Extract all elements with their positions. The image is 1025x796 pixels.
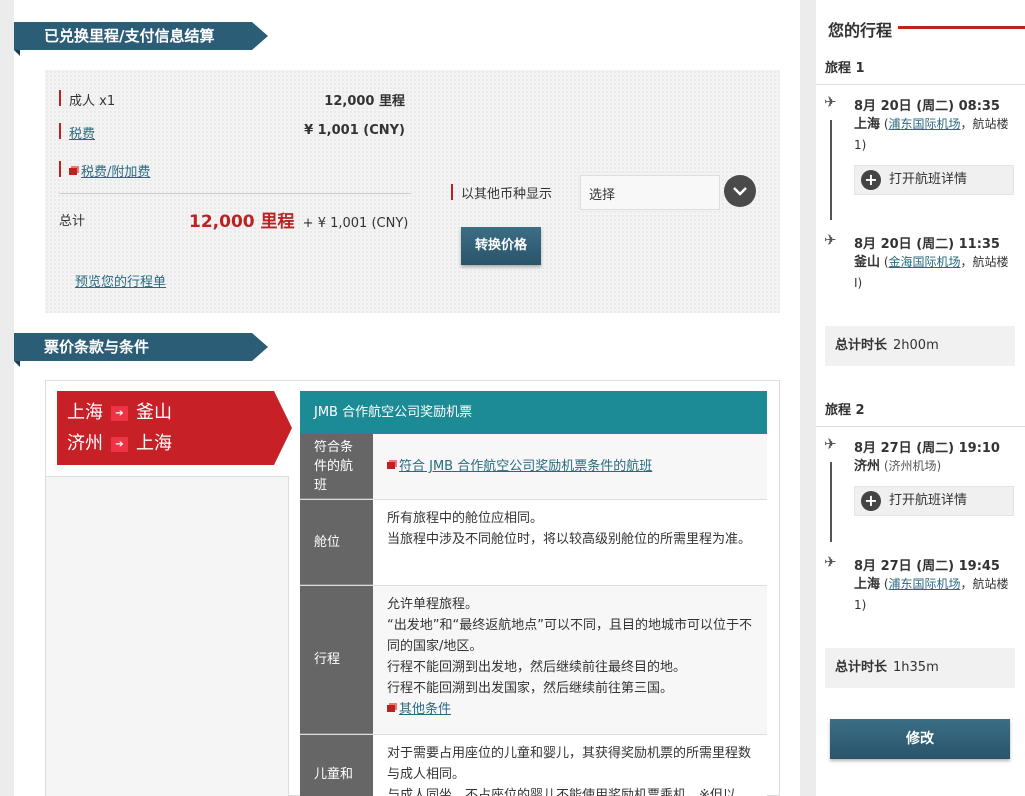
arrival-time: 8月 27日 (周二) 19:45 xyxy=(854,559,1000,574)
route-line: 上海 ➔ 釜山 xyxy=(67,402,172,423)
arrival-place: 上海 (浦东国际机场，航站楼 1) xyxy=(854,577,1009,612)
surcharge-link[interactable]: 税费/附加费 xyxy=(81,165,150,180)
table-row: 舱位 所有旅程中的舱位应相同。 当旅程中涉及不同舱位时，将以较高级别舱位的所需里… xyxy=(300,500,767,586)
row-marker xyxy=(59,161,61,177)
popup-icon xyxy=(387,705,395,712)
main-content: 已兑换里程/支付信息结算 成人 x1 12,000 里程 税费 ¥ 1,001 … xyxy=(14,0,800,796)
row-value: 符合 JMB 合作航空公司奖励机票条件的航班 xyxy=(373,434,767,499)
row-value: 所有旅程中的舱位应相同。 当旅程中涉及不同舱位时，将以较高级别舱位的所需里程为准… xyxy=(373,500,767,585)
divider xyxy=(816,84,1025,85)
modify-button[interactable]: 修改 xyxy=(830,719,1010,759)
total-label: 总计 xyxy=(59,214,86,229)
timeline-line xyxy=(830,120,832,220)
adult-value: 12,000 里程 xyxy=(324,94,405,109)
route-list xyxy=(46,476,289,796)
departure-place: 济州 (济州机场) xyxy=(854,459,942,474)
departure-place: 上海 (浦东国际机场，航站楼 1) xyxy=(854,117,1009,152)
row-key: 舱位 xyxy=(300,500,373,585)
total-row: 总计 12,000 里程 + ¥ 1,001 (CNY) xyxy=(59,210,419,232)
fare-conditions-box: 上海 ➔ 釜山 济州 ➔ 上海 JMB 合作航空公司奖励机票 符合条件的航班 符合 JM… xyxy=(45,380,780,796)
tax-row: 税费 ¥ 1,001 (CNY) xyxy=(59,123,405,142)
arrow-right-icon: ➔ xyxy=(111,406,128,421)
adult-row: 成人 x1 12,000 里程 xyxy=(59,90,405,109)
open-flight-details-button[interactable]: + 打开航班详情 xyxy=(854,486,1014,516)
departure-time: 8月 27日 (周二) 19:10 xyxy=(854,441,1000,456)
arrival-plane-icon: ✈ xyxy=(824,231,837,249)
arrival-airport-link[interactable]: 金海国际机场 xyxy=(889,255,961,269)
open-flight-details-button[interactable]: + 打开航班详情 xyxy=(854,165,1014,195)
surcharge-row: 税费/附加费 xyxy=(59,161,150,180)
total-plus: + ¥ 1,001 (CNY) xyxy=(302,216,409,231)
total-miles: 12,000 里程 xyxy=(189,212,295,232)
title-underline xyxy=(898,26,1025,29)
payment-summary-box: 成人 x1 12,000 里程 税费 ¥ 1,001 (CNY) 税费/附加费 … xyxy=(45,70,780,313)
popup-icon xyxy=(69,168,77,175)
arrival-place: 釜山 (金海国际机场，航站楼 I) xyxy=(854,255,1009,290)
route-line: 济州 ➔ 上海 xyxy=(67,433,172,454)
conditions-table: 符合条件的航班 符合 JMB 合作航空公司奖励机票条件的航班 舱位 所有旅程中的… xyxy=(300,434,767,796)
row-value: 允许单程旅程。 “出发地”和“最终返航地点”可以不同，且目的地城市可以位于不同的… xyxy=(373,586,767,734)
leg-2-title: 旅程 2 xyxy=(825,403,865,418)
row-key: 儿童和 xyxy=(300,735,373,796)
adult-label: 成人 x1 xyxy=(69,94,116,109)
timeline-line xyxy=(830,462,832,542)
table-row: 儿童和 对于需要占用座位的儿童和婴儿，其获得奖励机票的所需里程数与成人相同。 与… xyxy=(300,735,767,796)
surcharge-link-wrap[interactable]: 税费/附加费 xyxy=(59,165,150,180)
popup-icon xyxy=(387,462,395,469)
conditions-title: JMB 合作航空公司奖励机票 xyxy=(300,391,767,434)
arrival-airport-link[interactable]: 浦东国际机场 xyxy=(889,577,961,591)
row-key: 行程 xyxy=(300,586,373,734)
plus-icon: + xyxy=(861,170,881,190)
departure-plane-icon: ✈ xyxy=(824,435,837,453)
leg-1-title: 旅程 1 xyxy=(825,61,865,76)
plus-icon: + xyxy=(861,491,881,511)
total-duration: 总计时长 1h35m xyxy=(825,648,1015,688)
departure-plane-icon: ✈ xyxy=(824,93,837,111)
convert-price-button[interactable]: 转换价格 xyxy=(461,227,541,265)
row-value: 对于需要占用座位的儿童和婴儿，其获得奖励机票的所需里程数与成人相同。 与成人同坐… xyxy=(373,735,767,796)
tax-link[interactable]: 税费 xyxy=(59,127,95,142)
row-marker xyxy=(59,90,61,106)
divider xyxy=(59,193,411,194)
table-row: 符合条件的航班 符合 JMB 合作航空公司奖励机票条件的航班 xyxy=(300,434,767,500)
currency-select[interactable]: 选择 xyxy=(580,175,720,210)
preview-itinerary-link[interactable]: 预览您的行程单 xyxy=(75,271,166,290)
row-marker xyxy=(451,184,453,200)
route-tab[interactable]: 上海 ➔ 釜山 济州 ➔ 上海 xyxy=(57,391,292,465)
departure-time: 8月 20日 (周二) 08:35 xyxy=(854,99,1000,114)
arrow-right-icon: ➔ xyxy=(111,437,128,452)
eligible-flights-link[interactable]: 符合 JMB 合作航空公司奖励机票条件的航班 xyxy=(399,459,652,474)
departure-airport-link[interactable]: 浦东国际机场 xyxy=(889,117,961,131)
arrival-plane-icon: ✈ xyxy=(824,553,837,571)
row-key: 符合条件的航班 xyxy=(300,434,373,499)
currency-label: 以其他币种显示 xyxy=(451,183,552,202)
divider xyxy=(816,426,1025,427)
fare-section-header: 票价条款与条件 xyxy=(14,333,268,367)
itinerary-sidebar: 您的行程 旅程 1 ✈ 8月 20日 (周二) 08:35 上海 (浦东国际机场… xyxy=(816,0,1025,796)
arrival-time: 8月 20日 (周二) 11:35 xyxy=(854,237,1000,252)
total-duration: 总计时长 2h00m xyxy=(825,326,1015,366)
table-row: 行程 允许单程旅程。 “出发地”和“最终返航地点”可以不同，且目的地城市可以位于… xyxy=(300,586,767,735)
tax-value: ¥ 1,001 (CNY) xyxy=(304,123,405,138)
other-conditions-link[interactable]: 其他条件 xyxy=(399,702,451,717)
row-marker xyxy=(59,123,61,139)
chevron-down-icon[interactable] xyxy=(724,175,756,207)
itinerary-title: 您的行程 xyxy=(828,21,893,40)
payment-section-header: 已兑换里程/支付信息结算 xyxy=(14,22,268,56)
